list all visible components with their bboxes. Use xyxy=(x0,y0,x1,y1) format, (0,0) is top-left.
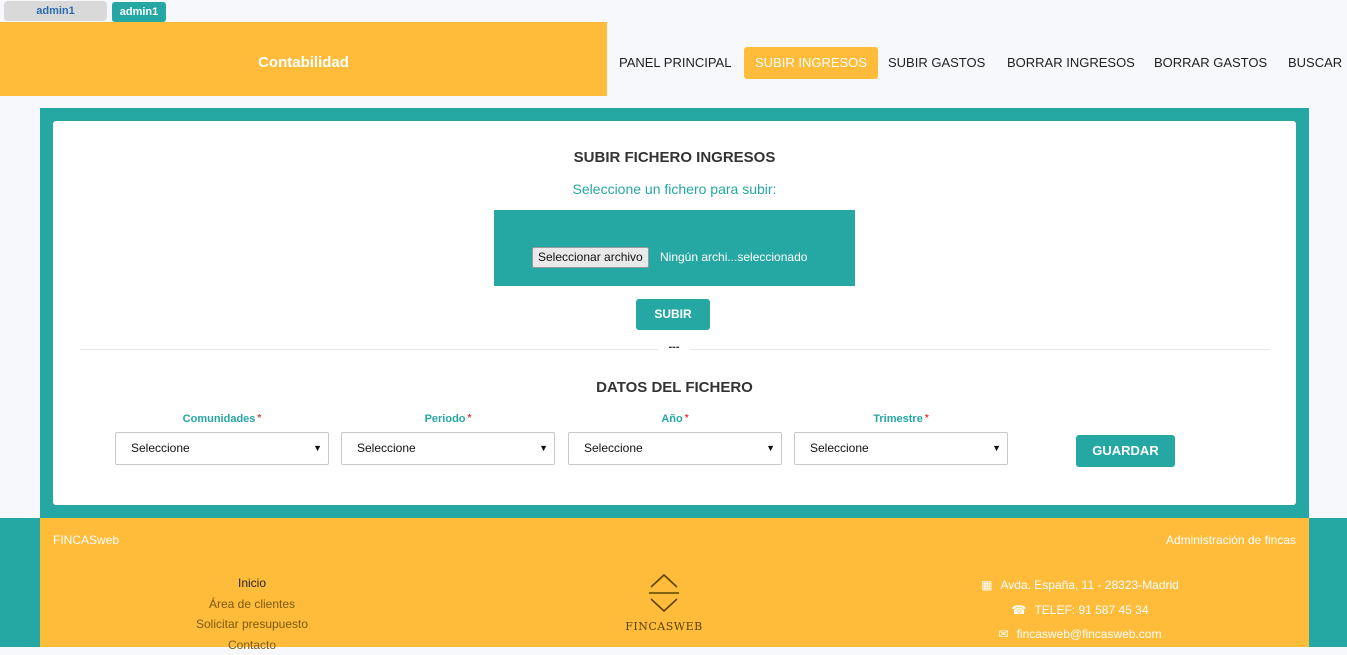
chevron-down-icon: ▼ xyxy=(992,433,1001,464)
required-mark: * xyxy=(685,413,689,424)
footer-link-contacto[interactable]: Contacto xyxy=(152,635,352,655)
required-mark: * xyxy=(257,413,261,424)
field-periodo: Periodo* Seleccione ▼ xyxy=(341,413,555,465)
fincasweb-logo-icon xyxy=(647,573,681,613)
field-comunidades: Comunidades* Seleccione ▼ xyxy=(115,413,329,465)
field-label: Periodo xyxy=(425,413,466,425)
footer-phone-text: TELEF: 91 587 45 34 xyxy=(1034,603,1148,617)
field-ano: Año* Seleccione ▼ xyxy=(568,413,782,465)
field-label: Trimestre xyxy=(873,413,923,425)
user-bar: admin1 admin1 xyxy=(0,0,1347,22)
main-frame: SUBIR FICHERO INGRESOS Seleccione un fic… xyxy=(40,108,1309,518)
app-title: Contabilidad xyxy=(0,22,607,96)
footer-logo-text: FINCASWEB xyxy=(614,620,714,633)
chevron-down-icon: ▼ xyxy=(313,433,322,464)
user-button[interactable]: admin1 xyxy=(112,2,166,22)
footer-link-clientes[interactable]: Área de clientes xyxy=(152,594,352,615)
field-label: Año xyxy=(661,413,682,425)
choose-file-button[interactable]: Seleccionar archivo xyxy=(532,247,649,268)
select-value: Seleccione xyxy=(810,441,869,455)
phone-icon: ☎ xyxy=(1011,598,1026,623)
nav-panel-principal[interactable]: PANEL PRINCIPAL xyxy=(619,47,731,79)
periodo-select[interactable]: Seleccione ▼ xyxy=(341,432,555,465)
field-trimestre: Trimestre* Seleccione ▼ xyxy=(794,413,1008,465)
footer-link-presupuesto[interactable]: Solicitar presupuesto xyxy=(152,614,352,635)
footer-links: Inicio Área de clientes Solicitar presup… xyxy=(152,573,352,655)
field-label: Comunidades xyxy=(183,413,256,425)
upload-card: SUBIR FICHERO INGRESOS Seleccione un fic… xyxy=(53,121,1296,505)
chevron-down-icon: ▼ xyxy=(539,433,548,464)
save-button[interactable]: GUARDAR xyxy=(1076,435,1175,467)
footer-address-text: Avda. España, 11 - 28323-Madrid xyxy=(1001,578,1179,592)
footer-email: ✉ fincasweb@fincasweb.com xyxy=(910,622,1250,647)
upload-subtitle: Seleccione un fichero para subir: xyxy=(53,181,1296,197)
upload-title: SUBIR FICHERO INGRESOS xyxy=(53,149,1296,166)
upload-button[interactable]: SUBIR xyxy=(636,299,710,330)
main-nav: PANEL PRINCIPAL SUBIR INGRESOS SUBIR GAS… xyxy=(607,22,1347,102)
footer-logo: FINCASWEB xyxy=(614,573,714,633)
chevron-down-icon: ▼ xyxy=(766,433,775,464)
nav-subir-ingresos[interactable]: SUBIR INGRESOS xyxy=(744,47,878,79)
user-button-secondary[interactable]: admin1 xyxy=(4,1,107,21)
select-value: Seleccione xyxy=(131,441,190,455)
nav-subir-gastos[interactable]: SUBIR GASTOS xyxy=(888,47,985,79)
file-input-area: Seleccionar archivo Ningún archi...selec… xyxy=(494,210,855,286)
footer-email-text[interactable]: fincasweb@fincasweb.com xyxy=(1017,627,1162,641)
data-title: DATOS DEL FICHERO xyxy=(53,379,1296,396)
footer-contact: ▦ Avda. España, 11 - 28323-Madrid ☎ TELEF:… xyxy=(910,573,1250,647)
footer-link-inicio[interactable]: Inicio xyxy=(152,573,352,594)
footer-address: ▦ Avda. España, 11 - 28323-Madrid xyxy=(910,573,1250,598)
footer: FINCASweb Administración de fincas Inici… xyxy=(40,518,1309,647)
nav-borrar-gastos[interactable]: BORRAR GASTOS xyxy=(1154,47,1267,79)
nav-buscar[interactable]: BUSCAR xyxy=(1288,47,1342,79)
select-value: Seleccione xyxy=(357,441,416,455)
building-icon: ▦ xyxy=(981,573,992,598)
divider-mark: --- xyxy=(658,340,690,354)
select-value: Seleccione xyxy=(584,441,643,455)
required-mark: * xyxy=(468,413,472,424)
comunidades-select[interactable]: Seleccione ▼ xyxy=(115,432,329,465)
footer-brand[interactable]: FINCASweb xyxy=(53,533,119,547)
footer-phone: ☎ TELEF: 91 587 45 34 xyxy=(910,598,1250,623)
envelope-icon: ✉ xyxy=(999,622,1009,647)
trimestre-select[interactable]: Seleccione ▼ xyxy=(794,432,1008,465)
nav-borrar-ingresos[interactable]: BORRAR INGRESOS xyxy=(1007,47,1135,79)
file-status: Ningún archi...seleccionado xyxy=(660,248,807,267)
required-mark: * xyxy=(925,413,929,424)
ano-select[interactable]: Seleccione ▼ xyxy=(568,432,782,465)
footer-tagline: Administración de fincas xyxy=(1166,533,1296,547)
